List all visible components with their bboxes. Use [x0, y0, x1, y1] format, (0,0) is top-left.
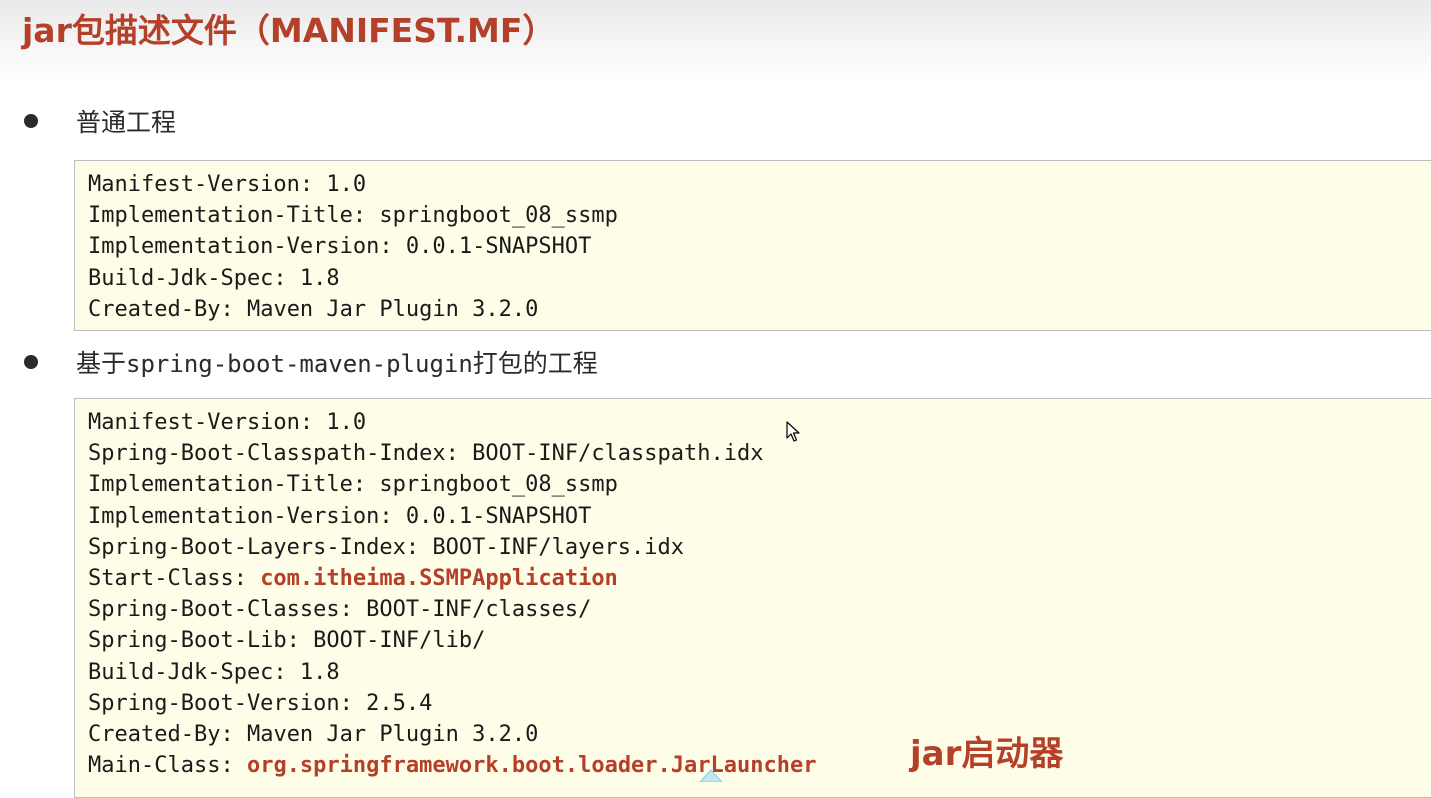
code-line: Build-Jdk-Spec: 1.8	[88, 657, 1431, 688]
bullet-label: 普通工程	[76, 103, 176, 139]
manifest-key: Manifest-Version:	[88, 410, 327, 435]
code-line: Implementation-Version: 0.0.1-SNAPSHOT	[88, 501, 1431, 532]
manifest-key: Spring-Boot-Classpath-Index:	[88, 441, 473, 467]
bullet-label-part: 打包的工程	[472, 349, 598, 378]
bullet-label-plugin-name: spring-boot-maven-plugin	[126, 350, 473, 378]
manifest-key: Manifest-Version:	[88, 172, 327, 197]
bullet-label-part: 普通工程	[76, 108, 177, 137]
code-line: Created-By: Maven Jar Plugin 3.2.0	[88, 294, 1431, 325]
manifest-key: Spring-Boot-Lib:	[88, 628, 314, 654]
code-line: Created-By: Maven Jar Plugin 3.2.0	[88, 719, 1431, 750]
manifest-key: Implementation-Version:	[88, 234, 406, 260]
mouse-cursor-icon	[786, 421, 800, 442]
manifest-key: Spring-Boot-Version:	[88, 690, 367, 716]
manifest-value: springboot_08_ssmp	[379, 203, 618, 229]
code-line: Implementation-Version: 0.0.1-SNAPSHOT	[88, 231, 1431, 262]
manifest-key: Implementation-Version:	[88, 503, 406, 529]
manifest-value: 1.0	[326, 172, 367, 197]
manifest-value: BOOT-INF/lib/	[313, 628, 486, 654]
manifest-key: Implementation-Title:	[88, 472, 380, 498]
bullet-label: 基于spring-boot-maven-plugin打包的工程	[76, 344, 598, 380]
bullet-label-part: 基于	[76, 349, 127, 378]
code-line: Implementation-Title: springboot_08_ssmp	[88, 469, 1431, 500]
manifest-value: BOOT-INF/classes/	[366, 597, 592, 623]
bullet-item-spring-boot-project: 基于spring-boot-maven-plugin打包的工程	[24, 342, 598, 382]
manifest-key: Start-Class:	[88, 565, 261, 591]
manifest-value: Maven Jar Plugin 3.2.0	[246, 296, 539, 322]
manifest-value: Maven Jar Plugin 3.2.0	[246, 721, 539, 747]
manifest-value: 1.0	[326, 410, 367, 435]
manifest-key: Build-Jdk-Spec:	[88, 265, 300, 291]
jar-launcher-annotation: jar启动器	[910, 734, 1064, 774]
code-line: Spring-Boot-Classes: BOOT-INF/classes/	[88, 594, 1431, 625]
code-line: Spring-Boot-Version: 2.5.4	[88, 688, 1431, 719]
manifest-key: Created-By:	[88, 721, 247, 747]
manifest-key: Spring-Boot-Layers-Index:	[88, 534, 433, 560]
manifest-value-highlight: org.springframework.boot.loader.JarLaunc…	[246, 753, 817, 779]
manifest-key: Main-Class:	[88, 753, 247, 779]
bullet-dot-icon	[24, 114, 38, 128]
code-line: Implementation-Title: springboot_08_ssmp	[88, 200, 1431, 231]
bullet-item-plain-project: 普通工程	[24, 101, 176, 141]
code-line: Build-Jdk-Spec: 1.8	[88, 263, 1431, 294]
pointer-marker-icon	[699, 769, 723, 782]
manifest-value: springboot_08_ssmp	[379, 472, 618, 498]
manifest-value: BOOT-INF/classpath.idx	[472, 441, 764, 467]
manifest-key: Implementation-Title:	[88, 203, 380, 229]
manifest-value: 1.8	[299, 265, 340, 291]
page-title: jar包描述文件（MANIFEST.MF）	[22, 11, 556, 50]
code-line: Spring-Boot-Classpath-Index: BOOT-INF/cl…	[88, 438, 1431, 469]
manifest-key: Build-Jdk-Spec:	[88, 659, 300, 685]
code-line: Manifest-Version: 1.0	[88, 169, 1431, 200]
code-line: Main-Class: org.springframework.boot.loa…	[88, 750, 1431, 781]
manifest-value: 1.8	[299, 659, 340, 685]
manifest-code-block-spring-boot: Manifest-Version: 1.0 Spring-Boot-Classp…	[74, 398, 1431, 798]
code-line: Spring-Boot-Layers-Index: BOOT-INF/layer…	[88, 532, 1431, 563]
manifest-value: BOOT-INF/layers.idx	[432, 534, 685, 560]
manifest-code-block-plain: Manifest-Version: 1.0 Implementation-Tit…	[74, 160, 1431, 331]
manifest-value: 2.5.4	[366, 690, 433, 716]
code-line: Spring-Boot-Lib: BOOT-INF/lib/	[88, 625, 1431, 656]
manifest-key: Created-By:	[88, 296, 247, 322]
bullet-dot-icon	[24, 355, 38, 369]
code-line: Start-Class: com.itheima.SSMPApplication	[88, 563, 1431, 594]
code-line: Manifest-Version: 1.0	[88, 407, 1431, 438]
manifest-value: 0.0.1-SNAPSHOT	[405, 234, 592, 260]
manifest-value: 0.0.1-SNAPSHOT	[405, 503, 592, 529]
manifest-key: Spring-Boot-Classes:	[88, 597, 367, 623]
manifest-value-highlight: com.itheima.SSMPApplication	[260, 565, 618, 591]
